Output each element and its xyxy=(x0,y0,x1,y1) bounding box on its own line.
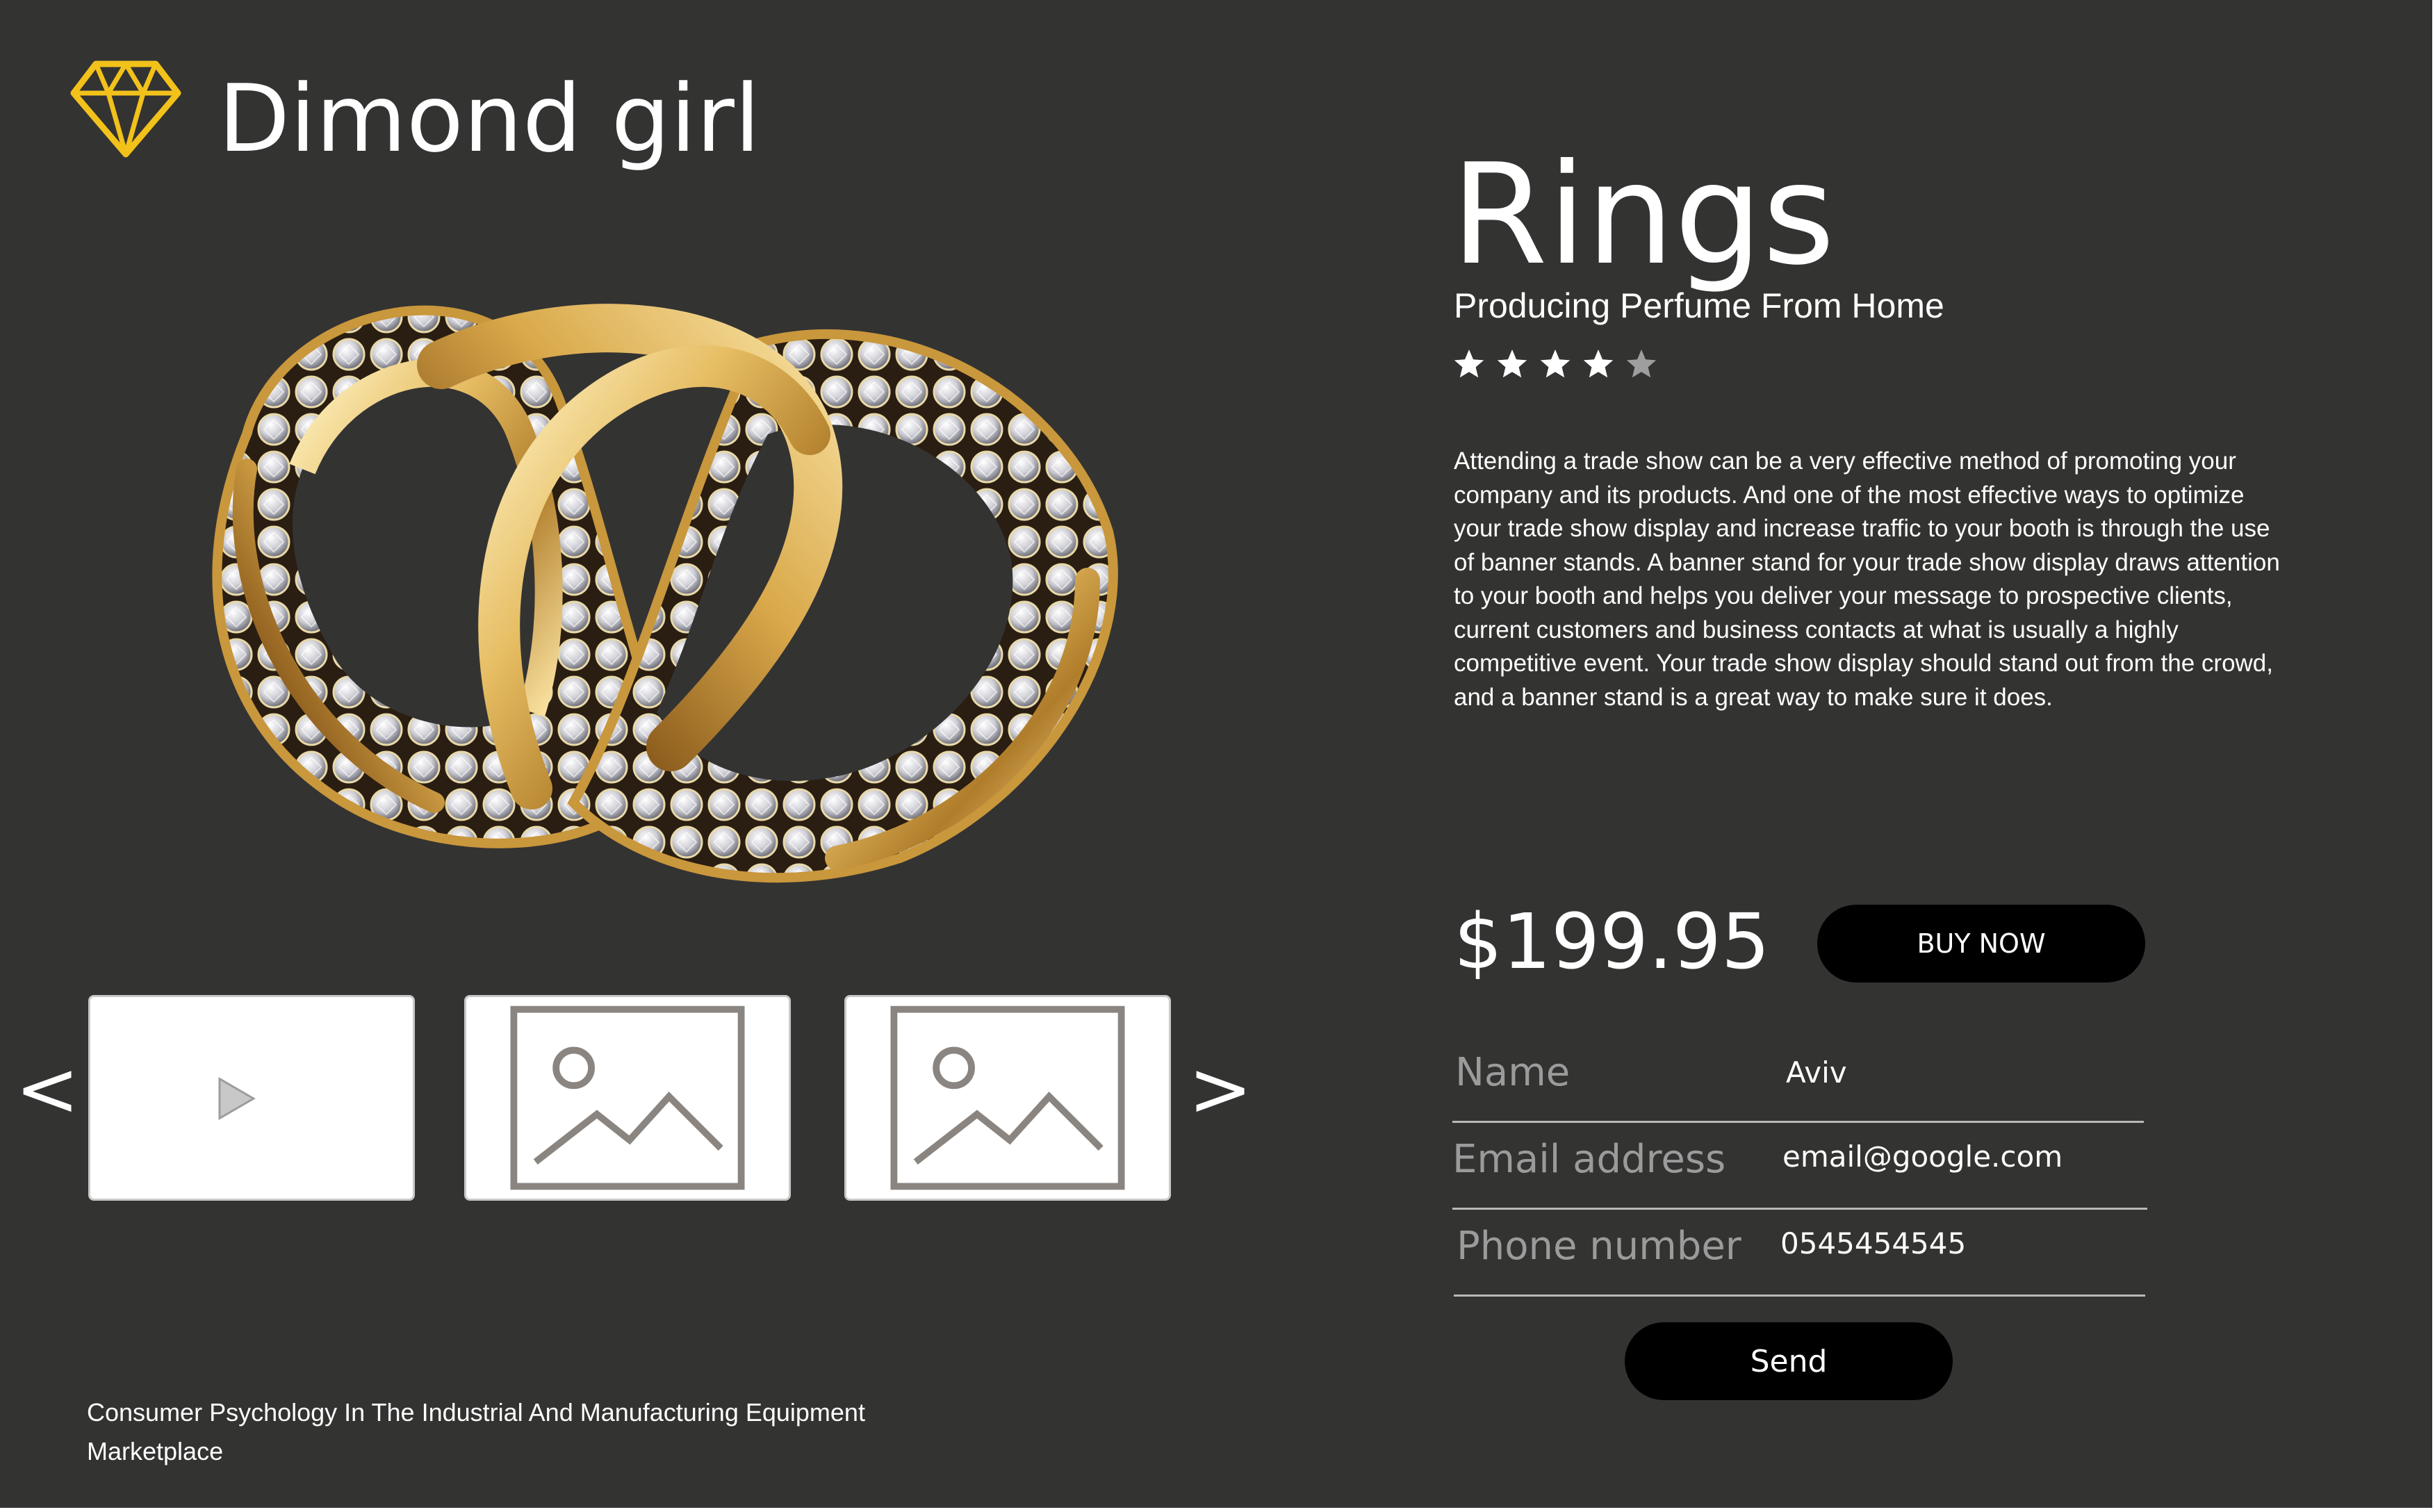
name-input[interactable] xyxy=(1786,1055,2147,1090)
product-price: $199.95 xyxy=(1454,897,1770,986)
carousel-prev-button[interactable]: < xyxy=(15,1051,79,1127)
gold-diamond-rings-illustration xyxy=(212,304,1118,883)
phone-input[interactable] xyxy=(1780,1226,2142,1260)
thumbnail-image[interactable] xyxy=(464,995,791,1201)
email-label: Email address xyxy=(1452,1137,1726,1182)
play-icon xyxy=(218,1077,256,1120)
carousel-next-button[interactable]: > xyxy=(1188,1051,1252,1127)
brand-name[interactable]: Dimond girl xyxy=(218,60,760,178)
footer-tagline: Consumer Psychology In The Industrial An… xyxy=(87,1398,865,1465)
email-field: Email address xyxy=(1452,1124,2147,1210)
thumbnail-video[interactable] xyxy=(88,995,415,1201)
product-subtitle: Producing Perfume From Home xyxy=(1454,286,1944,325)
phone-label: Phone number xyxy=(1457,1224,1741,1269)
star-icon xyxy=(1626,350,1657,378)
buy-now-button[interactable]: BUY NOW xyxy=(1817,905,2145,983)
rating-stars xyxy=(1452,347,1658,385)
name-label: Name xyxy=(1455,1050,1571,1095)
thumbnail-image[interactable] xyxy=(844,995,1171,1201)
product-description: Attending a trade show can be a very eff… xyxy=(1454,447,2280,711)
star-icon xyxy=(1540,350,1571,378)
image-placeholder-icon xyxy=(510,1005,745,1190)
star-icon xyxy=(1583,350,1614,378)
email-input[interactable] xyxy=(1782,1140,2144,1174)
star-icon xyxy=(1497,350,1527,378)
product-title: Rings xyxy=(1451,134,1835,296)
name-field: Name xyxy=(1452,1037,2147,1123)
star-icon xyxy=(1454,350,1484,378)
diamond-logo-icon[interactable] xyxy=(69,58,182,158)
image-placeholder-icon xyxy=(890,1005,1125,1190)
product-page: Dimond girl < > Consumer Psychology In T… xyxy=(0,0,2432,1508)
phone-field: Phone number xyxy=(1454,1211,2145,1297)
send-button[interactable]: Send xyxy=(1625,1322,1953,1400)
